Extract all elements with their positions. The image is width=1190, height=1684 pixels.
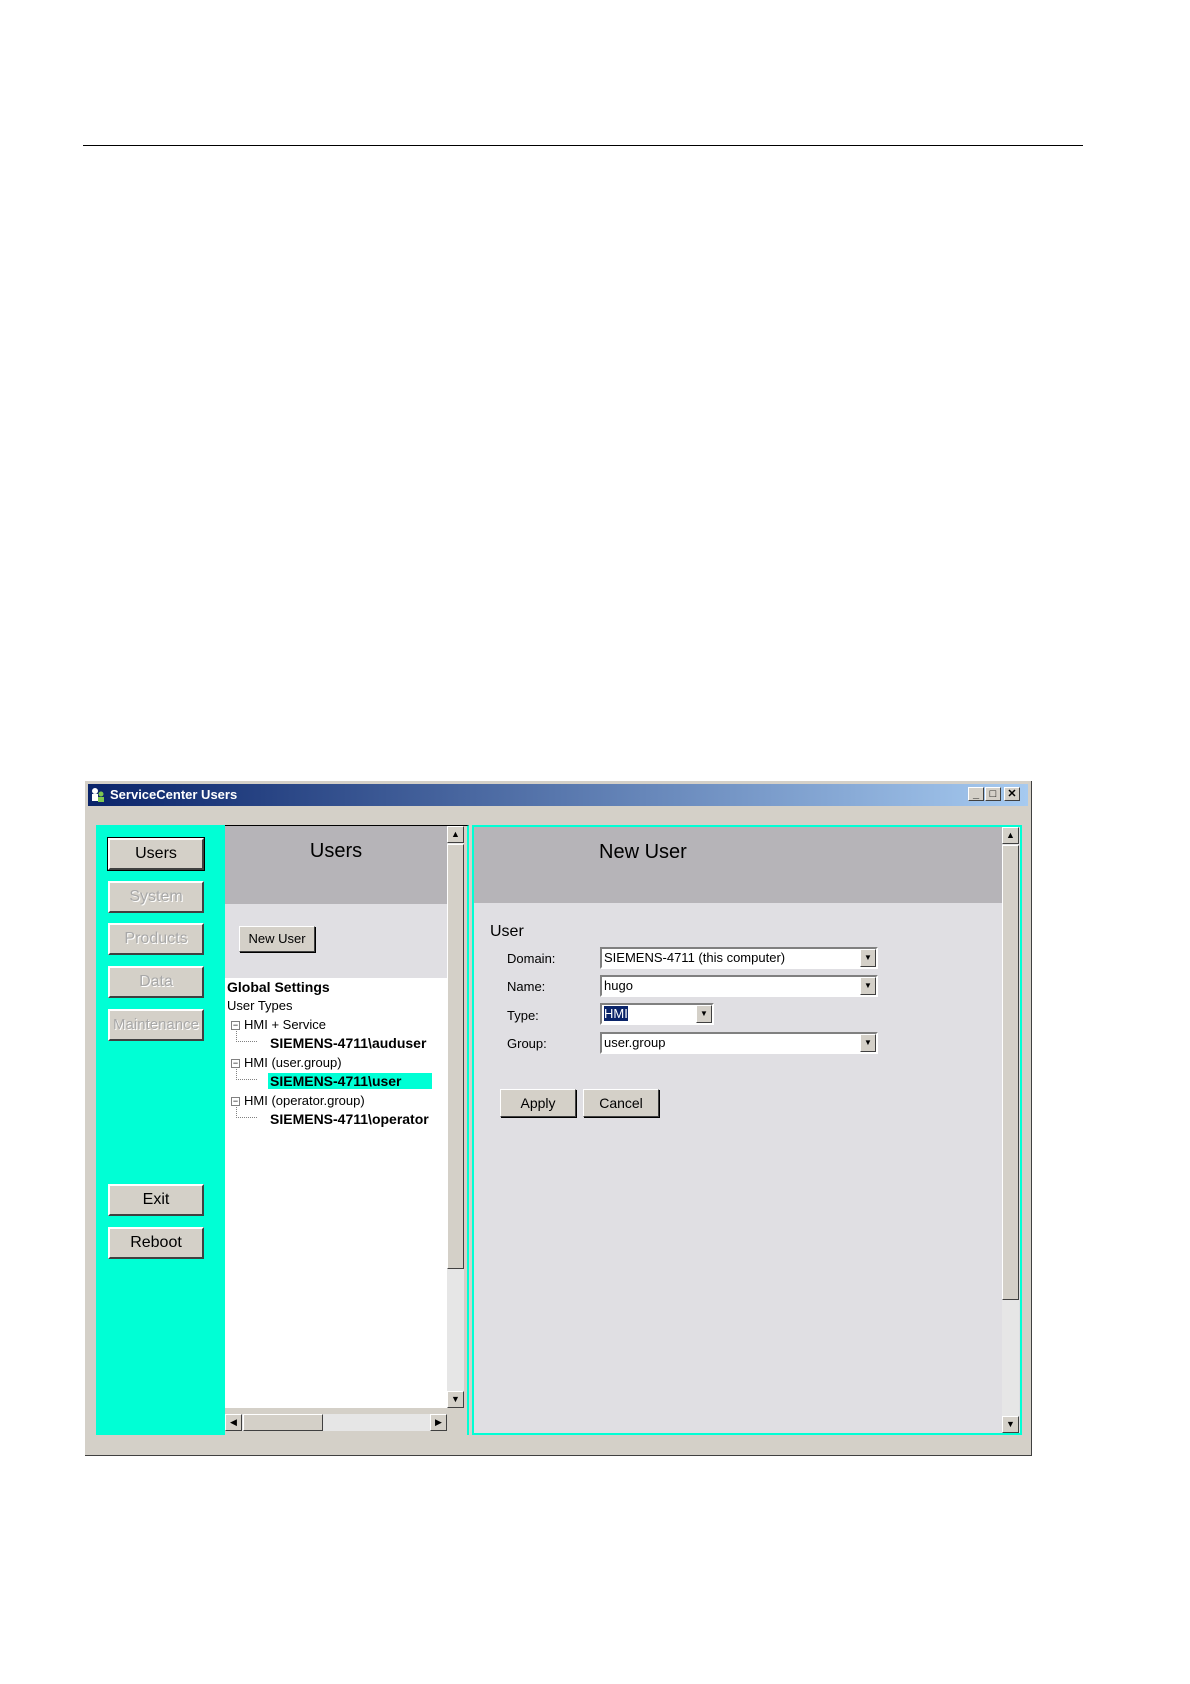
scroll-left-arrow-icon[interactable]: ◀ — [225, 1414, 242, 1431]
users-vertical-scrollbar[interactable]: ▲ ▼ — [447, 826, 464, 1408]
group-label: Group: — [507, 1036, 547, 1051]
users-toolbar: New User — [225, 904, 447, 978]
maintenance-nav-button[interactable]: Maintenance — [108, 1009, 204, 1041]
user-tree: Global Settings User Types − HMI + Servic… — [225, 978, 447, 1408]
dropdown-arrow-icon[interactable]: ▼ — [860, 1034, 876, 1052]
scroll-up-arrow-icon[interactable]: ▲ — [1002, 827, 1019, 844]
scroll-thumb[interactable] — [1002, 845, 1019, 1300]
new-user-vertical-scrollbar[interactable]: ▲ ▼ — [1002, 827, 1019, 1433]
scroll-up-arrow-icon[interactable]: ▲ — [447, 826, 464, 843]
domain-combobox[interactable]: SIEMENS-4711 (this computer) ▼ — [600, 947, 878, 969]
tree-user-auduser[interactable]: SIEMENS-4711\auduser — [270, 1035, 426, 1051]
tree-user-user-selected[interactable]: SIEMENS-4711\user — [268, 1073, 432, 1089]
tree-user-operator[interactable]: SIEMENS-4711\operator — [270, 1111, 429, 1127]
type-value: HMI — [604, 1006, 628, 1021]
top-rule — [83, 145, 1083, 146]
name-value: hugo — [604, 978, 633, 993]
title-bar[interactable]: ServiceCenter Users _ □ ✕ — [88, 784, 1028, 806]
service-center-window: ServiceCenter Users _ □ ✕ Users System P… — [84, 780, 1032, 1456]
system-nav-button[interactable]: System — [108, 881, 204, 913]
exit-button[interactable]: Exit — [108, 1184, 204, 1216]
dropdown-arrow-icon[interactable]: ▼ — [860, 949, 876, 967]
users-nav-button[interactable]: Users — [107, 837, 205, 871]
horizontal-scroll-thumb[interactable] — [243, 1414, 323, 1431]
type-label: Type: — [507, 1008, 539, 1023]
close-button[interactable]: ✕ — [1004, 787, 1020, 801]
scroll-down-arrow-icon[interactable]: ▼ — [447, 1391, 464, 1408]
minimize-button[interactable]: _ — [968, 787, 984, 801]
tree-user-types[interactable]: User Types — [227, 998, 293, 1013]
apply-button[interactable]: Apply — [500, 1089, 576, 1117]
group-value: user.group — [604, 1035, 666, 1050]
users-title: Users — [309, 840, 363, 862]
scroll-right-arrow-icon[interactable]: ▶ — [430, 1414, 447, 1431]
scroll-thumb[interactable] — [447, 844, 464, 1269]
user-group-label: User — [490, 923, 524, 940]
tree-global-settings[interactable]: Global Settings — [227, 979, 330, 995]
new-user-panel: New User User Domain: SIEMENS-4711 (this… — [472, 825, 1022, 1435]
new-user-header: New User — [474, 827, 1002, 903]
name-label: Name: — [507, 979, 546, 994]
dropdown-arrow-icon[interactable]: ▼ — [860, 977, 876, 995]
new-user-title: New User — [599, 841, 687, 863]
navigation-panel: Users System Products Data Maintenance E… — [96, 825, 225, 1435]
window-title: ServiceCenter Users — [110, 787, 238, 802]
maximize-button[interactable]: □ — [985, 787, 1001, 801]
domain-value: SIEMENS-4711 (this computer) — [604, 950, 786, 965]
type-combobox[interactable]: HMI ▼ — [600, 1003, 714, 1025]
users-horizontal-scrollbar[interactable]: ◀ ▶ — [225, 1414, 447, 1431]
dropdown-arrow-icon[interactable]: ▼ — [696, 1005, 712, 1023]
users-header: Users — [225, 826, 447, 904]
cancel-button[interactable]: Cancel — [583, 1089, 659, 1117]
name-combobox[interactable]: hugo ▼ — [600, 975, 878, 997]
tree-connector — [236, 1029, 257, 1042]
tree-group-label: HMI (user.group) — [244, 1055, 342, 1070]
tree-connector — [236, 1105, 257, 1118]
reboot-button[interactable]: Reboot — [108, 1227, 204, 1259]
users-app-icon — [92, 788, 104, 802]
new-user-button[interactable]: New User — [239, 926, 315, 952]
domain-label: Domain: — [507, 951, 556, 966]
tree-connector — [236, 1067, 257, 1080]
users-panel: Users New User Global Settings User Type… — [225, 825, 469, 1435]
group-combobox[interactable]: user.group ▼ — [600, 1032, 878, 1054]
data-nav-button[interactable]: Data — [108, 966, 204, 998]
tree-group-label: HMI (operator.group) — [244, 1093, 365, 1108]
products-nav-button[interactable]: Products — [108, 923, 204, 955]
scroll-down-arrow-icon[interactable]: ▼ — [1002, 1416, 1019, 1433]
